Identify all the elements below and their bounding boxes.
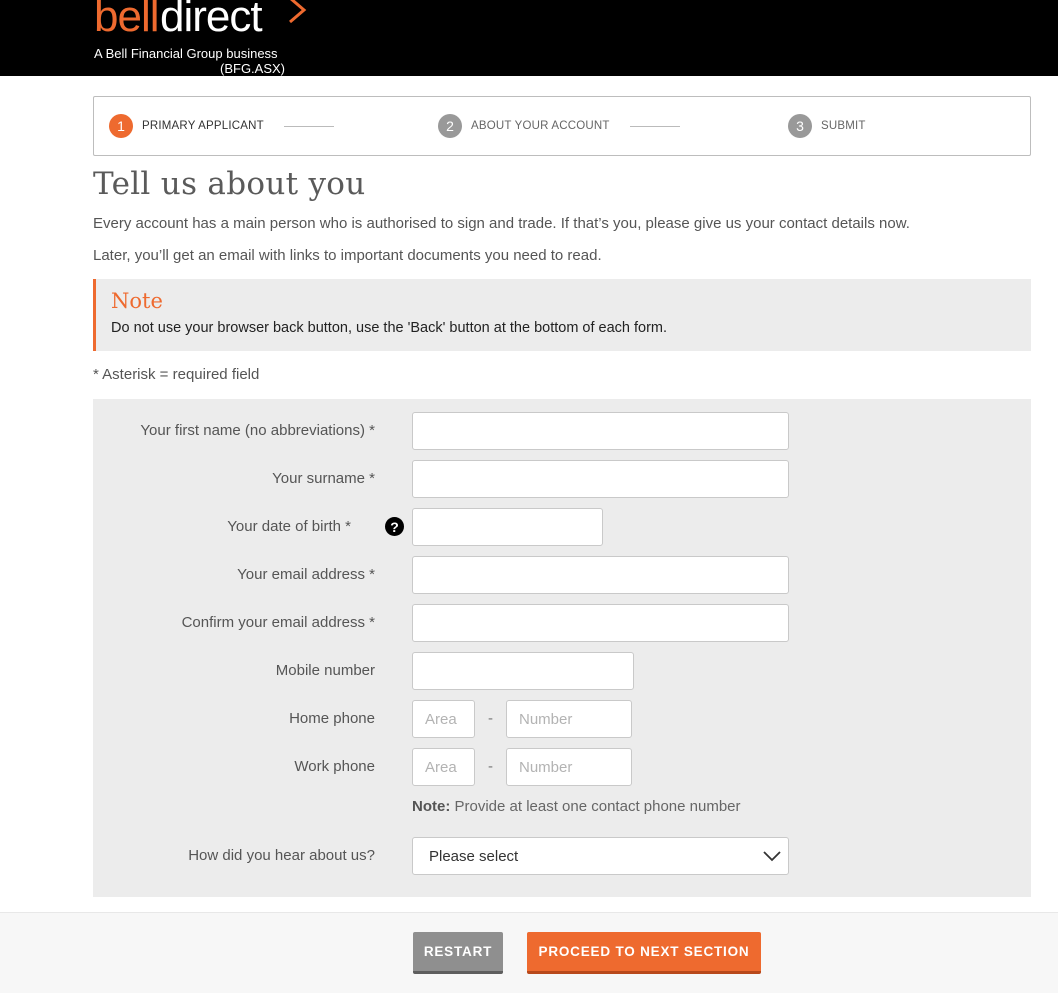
required-field-hint: * Asterisk = required field: [93, 366, 260, 383]
step-label: ABOUT YOUR ACCOUNT: [471, 120, 610, 132]
work-phone-label: Work phone: [294, 758, 375, 775]
hear-about-label: How did you hear about us?: [188, 847, 375, 864]
step-primary-applicant: 1 PRIMARY APPLICANT: [109, 113, 334, 139]
logo-bell-text: bell: [94, 0, 159, 41]
note-text: Do not use your browser back button, use…: [111, 320, 668, 336]
step-connector: [629, 125, 680, 127]
step-label: PRIMARY APPLICANT: [142, 120, 264, 132]
intro-text-2: Later, you’ll get an email with links to…: [93, 247, 602, 264]
home-phone-label: Home phone: [289, 710, 375, 727]
home-phone-area-input[interactable]: [412, 700, 475, 738]
question-circle-icon[interactable]: ?: [385, 517, 404, 536]
step-number: 3: [788, 114, 812, 138]
phone-note-text: Provide at least one contact phone numbe…: [450, 798, 741, 815]
phone-note: Note: Provide at least one contact phone…: [412, 798, 741, 815]
chevron-down-icon: [763, 851, 781, 862]
work-phone-separator: -: [488, 758, 493, 775]
logo-ticker: (BFG.ASX): [220, 61, 286, 76]
restart-button[interactable]: RESTART: [413, 932, 503, 974]
site-header: bell direct A Bell Financial Group busin…: [0, 0, 1058, 76]
hear-about-select[interactable]: Please select: [412, 837, 789, 875]
surname-label: Your surname *: [272, 470, 375, 487]
mobile-input[interactable]: [412, 652, 634, 690]
confirm-email-label: Confirm your email address *: [181, 614, 375, 631]
step-number: 1: [109, 114, 133, 138]
step-submit: 3 SUBMIT: [788, 113, 866, 139]
form-footer: RESTART PROCEED TO NEXT SECTION: [0, 912, 1058, 993]
confirm-email-input[interactable]: [412, 604, 789, 642]
step-label: SUBMIT: [821, 120, 866, 132]
work-phone-area-input[interactable]: [412, 748, 475, 786]
phone-note-bold: Note:: [412, 798, 451, 815]
proceed-button[interactable]: PROCEED TO NEXT SECTION: [527, 932, 761, 974]
logo-chevron-icon: [289, 0, 307, 24]
hear-about-selected: Please select: [429, 848, 519, 865]
note-callout: Note Do not use your browser back button…: [93, 279, 1031, 351]
first-name-input[interactable]: [412, 412, 789, 450]
dob-label: Your date of birth *: [227, 518, 351, 535]
home-phone-number-input[interactable]: [506, 700, 632, 738]
applicant-form: Your first name (no abbreviations) * You…: [93, 399, 1031, 897]
logo-direct-text: direct: [160, 0, 263, 41]
logo-tagline: A Bell Financial Group business: [94, 46, 278, 61]
belldirect-logo[interactable]: bell direct A Bell Financial Group busin…: [94, 0, 314, 76]
home-phone-separator: -: [488, 710, 493, 727]
surname-input[interactable]: [412, 460, 789, 498]
email-input[interactable]: [412, 556, 789, 594]
work-phone-number-input[interactable]: [506, 748, 632, 786]
page-title: Tell us about you: [93, 166, 366, 202]
progress-stepper: 1 PRIMARY APPLICANT 2 ABOUT YOUR ACCOUNT…: [93, 96, 1031, 156]
step-connector: [283, 125, 334, 127]
intro-text: Every account has a main person who is a…: [93, 215, 910, 232]
first-name-label: Your first name (no abbreviations) *: [140, 422, 375, 439]
email-label: Your email address *: [237, 566, 375, 583]
mobile-label: Mobile number: [275, 662, 375, 679]
step-about-your-account: 2 ABOUT YOUR ACCOUNT: [438, 113, 680, 139]
dob-input[interactable]: [412, 508, 603, 546]
note-title: Note: [111, 289, 163, 313]
step-number: 2: [438, 114, 462, 138]
